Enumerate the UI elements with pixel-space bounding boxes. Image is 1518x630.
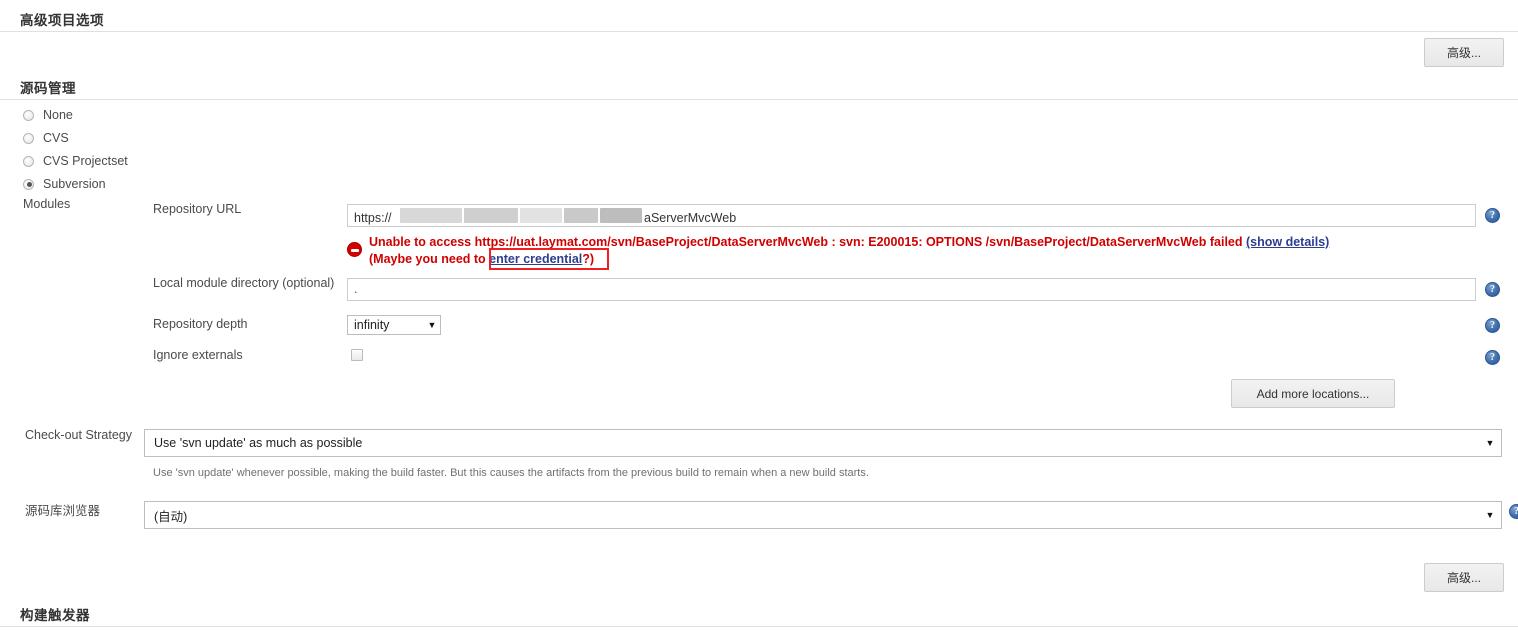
section-heading-advanced-project-options: 高级项目选项: [20, 13, 104, 28]
modules-label: Modules: [23, 197, 71, 211]
radio-none-indicator[interactable]: [23, 109, 34, 121]
error-line1-middle: : svn: E200015: OPTIONS /svn/BaseProject…: [827, 235, 1246, 249]
repository-url-prefix: https://: [354, 211, 392, 225]
local-module-directory-help-icon[interactable]: ?: [1485, 282, 1500, 297]
checkout-strategy-select[interactable]: Use 'svn update' as much as possible ▼: [144, 429, 1502, 457]
scm-radio-cvs[interactable]: CVS: [23, 130, 69, 146]
repository-url-help-icon[interactable]: ?: [1485, 208, 1500, 223]
scm-radio-subversion-label: Subversion: [43, 177, 106, 191]
chevron-down-icon-browser: ▼: [1485, 509, 1495, 520]
ignore-externals-label: Ignore externals: [153, 348, 243, 362]
ignore-externals-checkbox[interactable]: [351, 349, 363, 361]
scm-radio-subversion[interactable]: Subversion: [23, 176, 106, 192]
section-heading-source-code-management: 源码管理: [20, 81, 76, 96]
radio-subversion-indicator[interactable]: [23, 178, 34, 190]
local-module-directory-label: Local module directory (optional): [153, 276, 335, 290]
divider-build-triggers: [0, 626, 1518, 627]
radio-cvs-indicator[interactable]: [23, 132, 34, 144]
checkout-strategy-value: Use 'svn update' as much as possible: [154, 436, 363, 450]
scm-radio-none-label: None: [43, 108, 73, 122]
checkout-strategy-label: Check-out Strategy: [25, 428, 132, 442]
repository-depth-select[interactable]: infinity ▼: [347, 315, 441, 335]
chevron-down-icon-checkout: ▼: [1485, 437, 1495, 448]
error-line2-suffix: ?): [582, 252, 595, 266]
jenkins-job-config-page: 高级项目选项 高级... 源码管理 None CVS CVS Projectse…: [0, 0, 1518, 630]
advanced-top-button[interactable]: 高级...: [1424, 38, 1504, 67]
repository-url-label: Repository URL: [153, 202, 242, 216]
repository-url-suffix: aServerMvcWeb: [644, 211, 737, 225]
divider-source-code-management: [0, 99, 1518, 100]
scm-radio-cvs-projectset[interactable]: CVS Projectset: [23, 153, 128, 169]
repository-depth-value: infinity: [354, 318, 390, 332]
scm-error-message-line1: Unable to access https://uat.laymat.com/…: [369, 234, 1329, 251]
repository-browser-label: 源码库浏览器: [25, 504, 101, 518]
repository-url-redaction-block-5: [600, 208, 642, 223]
section-heading-build-triggers: 构建触发器: [20, 608, 90, 623]
scm-radio-none[interactable]: None: [23, 107, 73, 123]
error-url: https://uat.laymat.com/svn/BaseProject/D…: [474, 235, 828, 249]
repository-depth-help-icon[interactable]: ?: [1485, 318, 1500, 333]
ignore-externals-help-icon[interactable]: ?: [1485, 350, 1500, 365]
repository-url-redaction-block-2: [464, 208, 518, 223]
divider-advanced-project-options: [0, 31, 1518, 32]
advanced-bottom-button[interactable]: 高级...: [1424, 563, 1504, 592]
repository-url-input[interactable]: https:// aServerMvcWeb: [347, 204, 1476, 227]
local-module-directory-value: .: [354, 282, 358, 296]
repository-browser-help-icon[interactable]: ?: [1509, 504, 1518, 519]
repository-url-redaction-block-1: [400, 208, 462, 223]
repository-url-redaction-block-4: [564, 208, 598, 223]
radio-cvs-projectset-indicator[interactable]: [23, 155, 34, 167]
error-line2-prefix: (Maybe you need to: [369, 252, 490, 266]
enter-credential-link[interactable]: enter credential: [489, 252, 582, 266]
add-more-locations-button[interactable]: Add more locations...: [1231, 379, 1395, 408]
checkout-strategy-help-text: Use 'svn update' whenever possible, maki…: [153, 467, 869, 479]
show-details-link[interactable]: (show details): [1246, 235, 1329, 249]
chevron-down-icon: ▼: [427, 319, 437, 330]
repository-browser-select[interactable]: (自动) ▼: [144, 501, 1502, 529]
local-module-directory-input-wrapper[interactable]: .: [347, 278, 1476, 301]
scm-error-message-line2: (Maybe you need to enter credential?): [369, 251, 594, 268]
repository-depth-label: Repository depth: [153, 317, 248, 331]
error-line1-prefix: Unable to access: [369, 235, 475, 249]
error-circle-icon: [347, 242, 362, 257]
scm-radio-cvs-projectset-label: CVS Projectset: [43, 154, 128, 168]
repository-browser-value: (自动): [154, 509, 188, 524]
repository-url-redaction-block-3: [520, 208, 562, 223]
scm-radio-cvs-label: CVS: [43, 131, 69, 145]
